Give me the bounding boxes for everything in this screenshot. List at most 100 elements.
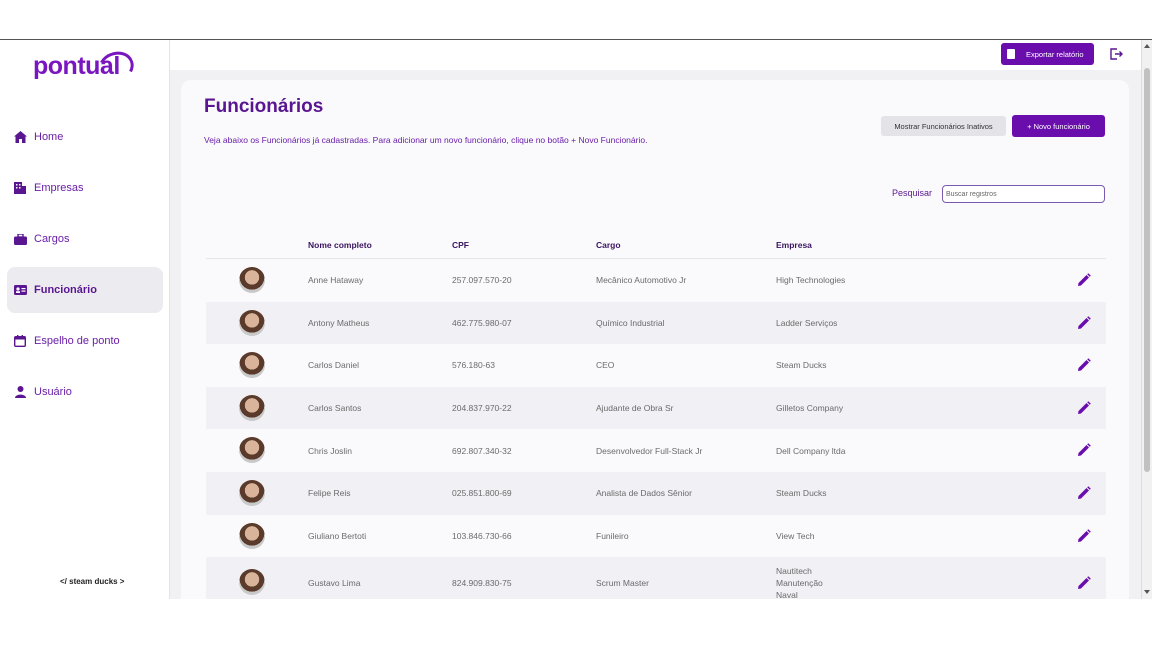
table-row[interactable]: Chris Joslin 692.807.340-32 Desenvolvedo…: [206, 429, 1106, 472]
cell-cargo: CEO: [596, 360, 615, 371]
cell-empresa: Gilletos Company: [776, 403, 844, 414]
sidebar-item-empresas[interactable]: Empresas: [7, 165, 163, 211]
cell-name: Carlos Santos: [308, 403, 362, 414]
avatar: [239, 522, 265, 549]
cell-name: Chris Joslin: [308, 445, 352, 456]
page-description: Veja abaixo os Funcionários já cadastrad…: [204, 135, 648, 145]
edit-pencil-icon[interactable]: [1077, 528, 1091, 543]
table-header: Nome completo CPF Cargo Empresa: [206, 232, 1106, 259]
top-margin: [0, 0, 1152, 39]
sidebar-item-label: Funcionário: [34, 284, 97, 296]
cell-cpf: 824.909.830-75: [452, 578, 512, 589]
cell-cargo: Funileiro: [596, 530, 629, 541]
table-row[interactable]: Carlos Daniel 576.180-63 CEO Steam Ducks: [206, 344, 1106, 387]
avatar: [239, 437, 265, 464]
employees-table: Nome completo CPF Cargo Empresa Anne Hat…: [206, 232, 1106, 599]
sidebar-item-usuario[interactable]: Usuário: [7, 369, 163, 415]
column-header-empresa[interactable]: Empresa: [776, 240, 812, 250]
app-window: pontual Home Empresas Cargos Funcionário: [0, 39, 1152, 599]
cell-cpf: 576.180-63: [452, 360, 496, 371]
avatar: [239, 394, 265, 421]
footer-logo: </ steam ducks >: [60, 577, 125, 586]
cell-empresa: Dell Company ltda: [776, 445, 846, 456]
sidebar-item-funcionario[interactable]: Funcionário: [7, 267, 163, 313]
topbar: Exportar relatório: [170, 40, 1152, 70]
sidebar-item-label: Home: [34, 131, 64, 143]
edit-pencil-icon[interactable]: [1077, 315, 1091, 330]
document-icon: [1007, 49, 1015, 59]
scroll-up-arrow-icon[interactable]: [1144, 44, 1150, 48]
briefcase-icon: [13, 232, 27, 246]
avatar: [239, 309, 265, 336]
avatar: [239, 267, 265, 293]
edit-pencil-icon[interactable]: [1077, 358, 1091, 372]
cell-cpf: 692.807.340-32: [452, 445, 512, 456]
scroll-thumb[interactable]: [1144, 68, 1150, 472]
search-input[interactable]: [942, 185, 1105, 203]
show-inactive-button[interactable]: Mostrar Funcionários Inativos: [881, 116, 1006, 136]
edit-pencil-icon[interactable]: [1077, 443, 1091, 457]
column-header-nome[interactable]: Nome completo: [308, 240, 372, 250]
avatar: [239, 479, 265, 506]
cell-empresa: Steam Ducks: [776, 488, 827, 499]
cell-name: Anne Hataway: [308, 275, 364, 286]
edit-pencil-icon[interactable]: [1077, 273, 1091, 287]
cell-empresa: Nautitech Manutenção Naval: [776, 566, 823, 599]
edit-pencil-icon[interactable]: [1077, 576, 1091, 590]
sidebar-item-espelho-de-ponto[interactable]: Espelho de ponto: [7, 318, 163, 364]
building-icon: [13, 181, 27, 195]
id-card-icon: [13, 283, 27, 297]
scroll-down-arrow-icon[interactable]: [1144, 590, 1150, 594]
sidebar-item-label: Empresas: [34, 182, 84, 194]
home-icon: [13, 130, 27, 144]
cell-cargo: Desenvolvedor Full-Stack Jr: [596, 445, 703, 456]
cell-cpf: 204.837.970-22: [452, 403, 512, 414]
export-report-label: Exportar relatório: [1026, 49, 1084, 59]
export-report-button[interactable]: Exportar relatório: [1001, 43, 1094, 65]
column-header-cargo[interactable]: Cargo: [596, 240, 621, 250]
page-title: Funcionários: [204, 96, 324, 117]
cell-name: Felipe Reis: [308, 488, 351, 499]
cell-cargo: Analista de Dados Sênior: [596, 488, 692, 499]
column-header-cpf[interactable]: CPF: [452, 240, 469, 250]
sidebar-item-label: Cargos: [34, 233, 70, 245]
sidebar-item-cargos[interactable]: Cargos: [7, 216, 163, 262]
sidebar: pontual Home Empresas Cargos Funcionário: [0, 40, 170, 599]
sidebar-item-home[interactable]: Home: [7, 114, 163, 160]
cell-cpf: 103.846.730-66: [452, 530, 512, 541]
edit-pencil-icon[interactable]: [1077, 400, 1091, 415]
cell-name: Carlos Daniel: [308, 360, 360, 371]
cell-name: Giuliano Bertoti: [308, 530, 367, 541]
sidebar-item-label: Espelho de ponto: [34, 335, 120, 347]
cell-cpf: 257.097.570-20: [452, 275, 512, 286]
sidebar-item-label: Usuário: [34, 386, 72, 398]
logout-icon[interactable]: [1109, 47, 1123, 61]
cell-empresa: Steam Ducks: [776, 360, 827, 371]
table-row[interactable]: Carlos Santos 204.837.970-22 Ajudante de…: [206, 386, 1106, 430]
calendar-icon: [13, 334, 27, 348]
cell-cargo: Scrum Master: [596, 578, 649, 589]
cell-name: Antony Matheus: [308, 317, 370, 328]
cell-cargo: Mecânico Automotivo Jr: [596, 275, 687, 286]
table-row[interactable]: Antony Matheus 462.775.980-07 Químico In…: [206, 301, 1106, 345]
table-row[interactable]: Giuliano Bertoti 103.846.730-66 Funileir…: [206, 515, 1106, 558]
bottom-margin: [0, 599, 1152, 648]
cell-cargo: Químico Industrial: [596, 317, 665, 328]
search-label: Pesquisar: [892, 188, 933, 198]
user-icon: [13, 385, 27, 399]
avatar: [239, 352, 265, 379]
cell-cargo: Ajudante de Obra Sr: [596, 403, 674, 414]
cell-name: Gustavo Lima: [308, 578, 361, 589]
cell-cpf: 025.851.800-69: [452, 488, 512, 499]
cell-empresa: High Technologies: [776, 275, 846, 286]
cell-empresa: View Tech: [776, 530, 815, 541]
cell-cpf: 462.775.980-07: [452, 317, 512, 328]
cell-empresa: Ladder Serviços: [776, 317, 838, 328]
content-card: Funcionários Veja abaixo os Funcionários…: [181, 80, 1129, 599]
edit-pencil-icon[interactable]: [1077, 486, 1091, 500]
table-row[interactable]: Felipe Reis 025.851.800-69 Analista de D…: [206, 471, 1106, 515]
new-employee-button[interactable]: + Novo funcionário: [1012, 115, 1105, 137]
table-row[interactable]: Anne Hataway 257.097.570-20 Mecânico Aut…: [206, 259, 1106, 302]
table-row[interactable]: Gustavo Lima 824.909.830-75 Scrum Master…: [206, 557, 1106, 599]
vertical-scrollbar[interactable]: [1141, 40, 1152, 599]
